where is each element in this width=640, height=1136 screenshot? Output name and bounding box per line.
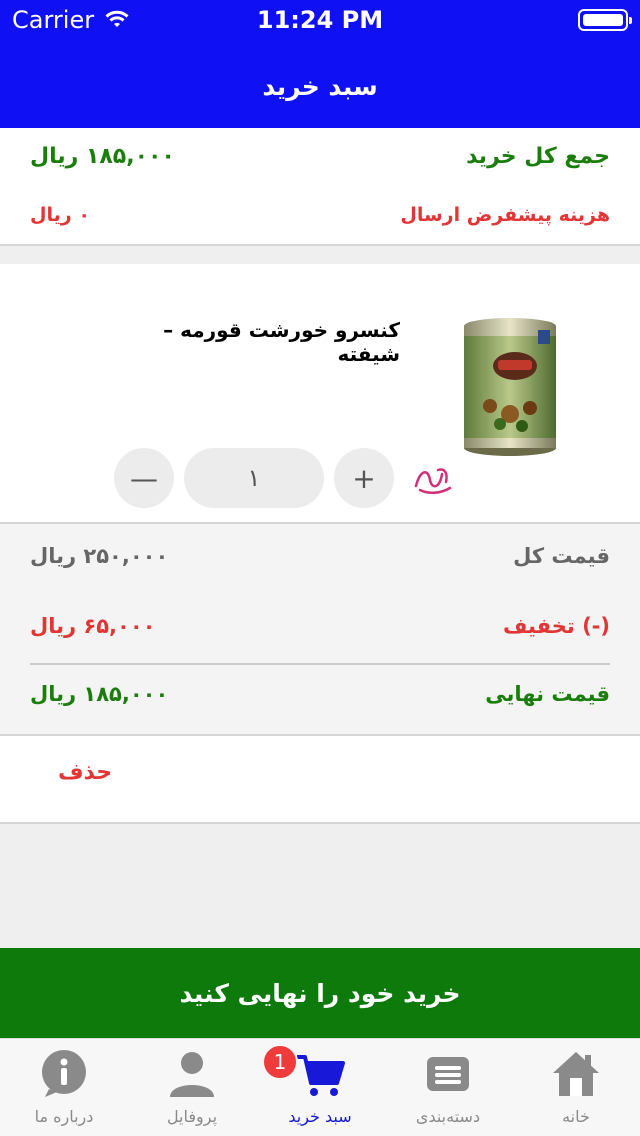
tab-profile-label: پروفایل	[166, 1107, 218, 1126]
final-price-value: ۱۸۵,۰۰۰ ریال	[30, 682, 169, 706]
product-name[interactable]: کنسرو خورشت قورمه – شیفته	[100, 318, 400, 366]
status-time: 11:24 PM	[256, 6, 384, 34]
discount-value: ۶۵,۰۰۰ ریال	[30, 614, 156, 638]
cart-icon	[297, 1055, 345, 1096]
summary-total-label: جمع کل خرید	[466, 144, 610, 169]
increase-quantity-button[interactable]: +	[334, 448, 394, 508]
minus-icon: —	[130, 461, 158, 495]
status-bar: Carrier 11:24 PM	[0, 0, 640, 40]
cart-summary: جمع کل خرید ۱۸۵,۰۰۰ ریال هزینه پیشفرض ار…	[0, 128, 640, 246]
tab-profile[interactable]: پروفایل	[128, 1039, 256, 1136]
decrease-quantity-button[interactable]: —	[114, 448, 174, 508]
summary-total-value: ۱۸۵,۰۰۰ ریال	[30, 144, 175, 169]
plus-icon: +	[352, 461, 376, 495]
profile-icon	[170, 1052, 214, 1097]
discount-label: (-) تخفیف	[503, 614, 610, 638]
tab-about-label: درباره ما	[34, 1107, 94, 1126]
tab-categories[interactable]: دسته‌بندی	[384, 1039, 512, 1136]
final-price-label: قیمت نهایی	[485, 682, 610, 706]
home-icon	[553, 1052, 599, 1096]
battery-icon	[578, 9, 632, 31]
delete-section: حذف	[0, 736, 640, 824]
tab-home-label: خانه	[562, 1107, 590, 1126]
delete-button[interactable]: حذف	[58, 760, 112, 785]
price-divider	[30, 663, 610, 665]
product-card: کنسرو خورشت قورمه – شیفته + ۱ —	[0, 264, 640, 522]
quantity-value: ۱	[247, 464, 261, 492]
tab-home[interactable]: خانه	[512, 1039, 640, 1136]
shipping-cost-value: ۰ ریال	[30, 204, 90, 226]
brand-logo-icon	[414, 468, 452, 494]
total-price-value: ۲۵۰,۰۰۰ ریال	[30, 544, 169, 568]
shipping-cost-label: هزینه پیشفرض ارسال	[400, 204, 610, 226]
top-bar: Carrier 11:24 PM سبد خرید	[0, 0, 640, 128]
category-icon	[427, 1057, 469, 1091]
product-image[interactable]	[460, 316, 560, 461]
info-icon	[42, 1050, 86, 1097]
tab-cart-label: سبد خرید	[288, 1107, 352, 1126]
quantity-field[interactable]: ۱	[184, 448, 324, 508]
total-price-label: قیمت کل	[513, 544, 610, 568]
tab-categories-label: دسته‌بندی	[415, 1107, 481, 1126]
page-title: سبد خرید	[262, 72, 378, 101]
cart-count-badge: 1	[262, 1044, 298, 1080]
tab-bar: درباره ما پروفایل سبد خرید دسته‌بندی	[0, 1038, 640, 1136]
checkout-button[interactable]: خرید خود را نهایی کنید	[0, 948, 640, 1038]
price-details: قیمت کل ۲۵۰,۰۰۰ ریال (-) تخفیف ۶۵,۰۰۰ ری…	[0, 522, 640, 736]
tab-about[interactable]: درباره ما	[0, 1039, 128, 1136]
